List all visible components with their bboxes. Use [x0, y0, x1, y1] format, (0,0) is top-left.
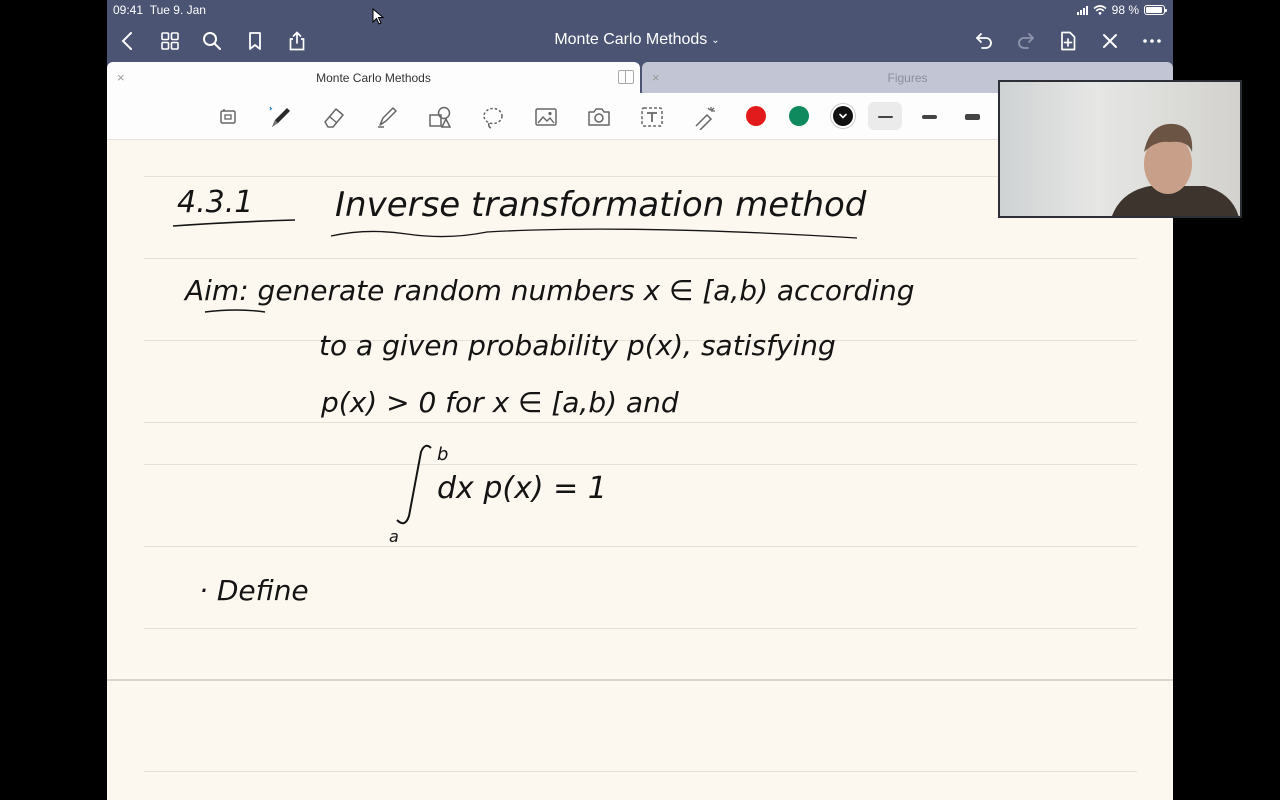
- aim-line-3: p(x) > 0 for x ∈ [a,b) and: [320, 386, 679, 419]
- image-tool[interactable]: [532, 103, 560, 131]
- redo-button[interactable]: [1013, 28, 1039, 54]
- highlighter-tool[interactable]: [373, 103, 401, 131]
- pen-icon: [269, 106, 290, 127]
- color-black-swatch[interactable]: [833, 106, 853, 126]
- text-icon: [641, 107, 663, 127]
- chevron-down-icon: ⌄: [711, 35, 720, 46]
- section-heading: Inverse transformation method: [335, 185, 867, 225]
- document-title-menu[interactable]: Monte Carlo Methods ⌄: [537, 31, 737, 49]
- battery-percent: 98 %: [1111, 3, 1139, 17]
- add-page-icon: [1061, 31, 1076, 51]
- battery-icon: [1144, 5, 1167, 15]
- integral-expression: dx p(x) = 1: [437, 471, 607, 506]
- lasso-icon: [483, 107, 503, 129]
- aim-line: Aim: generate random numbers x ∈ [a,b) a…: [183, 274, 915, 307]
- tab-label: Monte Carlo Methods: [316, 71, 431, 85]
- chevron-left-icon: [121, 32, 132, 50]
- tab-monte-carlo-methods[interactable]: × Monte Carlo Methods: [107, 62, 640, 93]
- stroke-thin-option[interactable]: [868, 102, 902, 130]
- redo-icon: [1018, 33, 1035, 49]
- share-button[interactable]: [284, 28, 310, 54]
- pen-tool[interactable]: [267, 103, 295, 131]
- mouse-cursor-icon: [372, 8, 384, 25]
- grid-icon: [161, 32, 179, 50]
- integral-upper-limit: b: [437, 444, 448, 465]
- webcam-overlay[interactable]: [998, 80, 1242, 218]
- status-indicators: 98 %: [1076, 3, 1167, 17]
- presenter-video: [1111, 123, 1239, 216]
- add-page-button[interactable]: [1055, 28, 1081, 54]
- eraser-tool[interactable]: [320, 103, 348, 131]
- laser-pointer-tool[interactable]: [691, 103, 719, 131]
- highlighter-icon: [378, 107, 397, 128]
- laser-pointer-icon: [695, 107, 715, 130]
- search-icon: [203, 32, 221, 50]
- share-icon: [289, 31, 305, 51]
- text-tool[interactable]: [638, 103, 666, 131]
- undo-icon: [975, 33, 992, 49]
- handwriting-layer: 4.3.1 Inverse transformation method Aim:…: [172, 185, 915, 607]
- integral-lower-limit: a: [389, 527, 399, 546]
- more-button[interactable]: [1139, 28, 1165, 54]
- image-icon: [535, 108, 557, 126]
- lasso-tool[interactable]: [479, 103, 507, 131]
- camera-tool[interactable]: [585, 103, 613, 131]
- note-page[interactable]: 4.3.1 Inverse transformation method Aim:…: [107, 140, 1173, 677]
- color-green-swatch[interactable]: [789, 106, 809, 126]
- shapes-icon: [429, 106, 452, 128]
- wifi-icon: [1093, 5, 1107, 15]
- split-view-icon[interactable]: [618, 70, 634, 84]
- search-button[interactable]: [199, 28, 225, 54]
- define-line: · Define: [199, 574, 309, 607]
- more-icon: [1143, 39, 1161, 43]
- eraser-icon: [324, 108, 344, 128]
- back-button[interactable]: [115, 28, 141, 54]
- chevron-down-icon: [839, 113, 847, 119]
- status-bar: 09:41 Tue 9. Jan 98 %: [107, 0, 1173, 20]
- aim-line-2: to a given probability p(x), satisfying: [319, 329, 836, 362]
- shapes-tool[interactable]: [426, 103, 454, 131]
- stroke-medium-option[interactable]: [912, 102, 946, 130]
- close-button[interactable]: [1097, 28, 1123, 54]
- lasso-select-icon: [220, 109, 236, 124]
- undo-button[interactable]: [971, 28, 997, 54]
- nav-bar: Monte Carlo Methods ⌄: [107, 20, 1173, 62]
- close-icon: [1103, 34, 1117, 48]
- section-number: 4.3.1: [177, 185, 253, 220]
- cellular-signal-icon: [1076, 5, 1088, 15]
- bookmark-button[interactable]: [242, 28, 268, 54]
- grid-view-button[interactable]: [157, 28, 183, 54]
- color-red-swatch[interactable]: [746, 106, 766, 126]
- note-page-next[interactable]: [107, 679, 1173, 800]
- status-time: 09:41 Tue 9. Jan: [113, 3, 206, 17]
- bookmark-icon: [249, 32, 261, 50]
- camera-icon: [588, 108, 610, 126]
- read-only-toggle[interactable]: [215, 103, 243, 131]
- stroke-thick-option[interactable]: [955, 102, 989, 130]
